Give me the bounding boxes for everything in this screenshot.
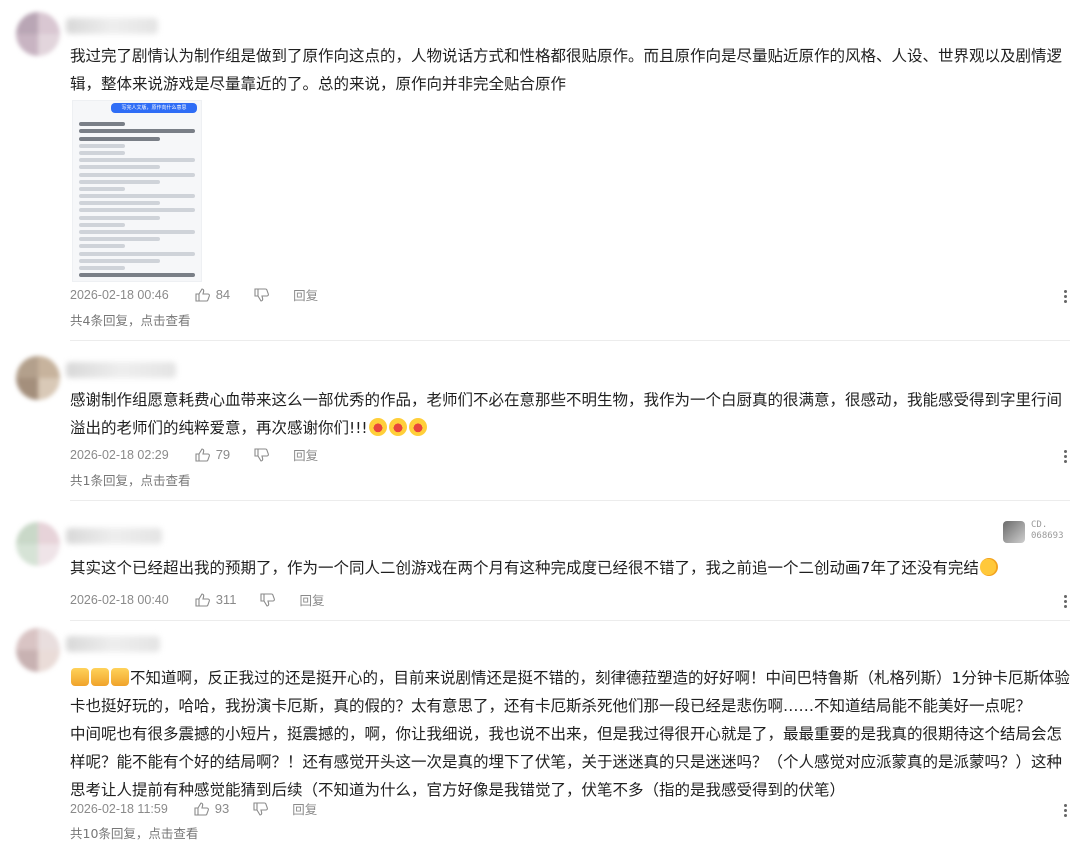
emoji-icon <box>111 668 129 686</box>
thumbs-up-icon <box>195 592 210 607</box>
comment-meta: 2026-02-18 00:40 311 回复 <box>70 590 324 609</box>
comment-body: 其实这个已经超出我的预期了，作为一个同人二创游戏在两个月有这种完成度已经很不错了… <box>70 559 979 577</box>
comment-text: 其实这个已经超出我的预期了，作为一个同人二创游戏在两个月有这种完成度已经很不错了… <box>70 554 1070 582</box>
thumbs-down-icon <box>260 592 276 607</box>
avatar[interactable] <box>16 522 60 566</box>
comment-text: 不知道啊，反正我过的还是挺开心的，目前来说剧情还是挺不错的，刻律德菈塑造的好好啊… <box>70 664 1070 804</box>
avatar[interactable] <box>16 628 60 672</box>
thumbs-down-icon <box>254 447 270 462</box>
badge-text-2: 068693 <box>1031 531 1064 541</box>
timestamp: 2026-02-18 11:59 <box>70 801 168 816</box>
comment-body: 不知道啊，反正我过的还是挺开心的，目前来说剧情还是挺不错的，刻律德菈塑造的好好啊… <box>70 669 1070 715</box>
username-blurred[interactable] <box>66 528 162 544</box>
view-replies-link[interactable]: 共1条回复，点击查看 <box>70 470 190 489</box>
like-count: 84 <box>215 287 231 302</box>
like-count: 79 <box>215 447 231 462</box>
reply-button[interactable]: 回复 <box>292 799 317 818</box>
comment-meta: 2026-02-18 11:59 93 回复 <box>70 799 317 818</box>
emoji-icon <box>71 668 89 686</box>
dislike-button[interactable] <box>254 447 270 462</box>
thumbs-down-icon <box>254 287 270 302</box>
like-button[interactable]: 93 <box>194 801 229 816</box>
thumbs-up-icon <box>195 447 210 462</box>
timestamp: 2026-02-18 02:29 <box>70 447 169 462</box>
thumbnail-text-lines <box>79 119 195 280</box>
comment-meta: 2026-02-18 00:46 84 回复 <box>70 285 318 304</box>
more-options-icon[interactable] <box>1060 448 1070 465</box>
thumbnail-header: 写完人文版，原作向什么意思 <box>111 103 197 113</box>
attached-image[interactable]: 写完人文版，原作向什么意思 <box>72 100 202 282</box>
emoji-icon <box>91 668 109 686</box>
reply-button[interactable]: 回复 <box>293 285 318 304</box>
username-blurred[interactable] <box>66 18 158 34</box>
thumbs-up-icon <box>195 287 210 302</box>
comment-body: 感谢制作组愿意耗费心血带来这么一部优秀的作品，老师们不必在意那些不明生物，我作为… <box>70 391 1063 437</box>
username-blurred[interactable] <box>66 636 160 652</box>
view-replies-link[interactable]: 共4条回复，点击查看 <box>70 310 190 329</box>
view-replies-link[interactable]: 共10条回复，点击查看 <box>70 823 198 842</box>
badge-text-1: CD. <box>1031 520 1048 530</box>
comment-meta: 2026-02-18 02:29 79 回复 <box>70 445 318 464</box>
avatar[interactable] <box>16 356 60 400</box>
badge-icon <box>1003 521 1025 543</box>
more-options-icon[interactable] <box>1060 288 1070 305</box>
like-count: 311 <box>215 592 237 607</box>
dislike-button[interactable] <box>254 287 270 302</box>
reply-button[interactable]: 回复 <box>299 590 324 609</box>
divider <box>70 340 1070 341</box>
user-badge: CD. 068693 <box>1003 520 1073 546</box>
thumbs-up-icon <box>194 801 209 816</box>
like-button[interactable]: 79 <box>195 447 230 462</box>
comment-body-continued: 中间呢也有很多震撼的小短片，挺震撼的，啊，你让我细说，我也说不出来，但是我过得很… <box>70 725 1063 799</box>
reply-button[interactable]: 回复 <box>293 445 318 464</box>
dislike-button[interactable] <box>260 592 276 607</box>
divider <box>70 500 1070 501</box>
emoji-icon <box>979 558 998 576</box>
comment-text: 感谢制作组愿意耗费心血带来这么一部优秀的作品，老师们不必在意那些不明生物，我作为… <box>70 386 1070 442</box>
more-options-icon[interactable] <box>1060 802 1070 819</box>
like-button[interactable]: 311 <box>195 592 237 607</box>
username-blurred[interactable] <box>66 362 176 378</box>
divider <box>70 620 1070 621</box>
dislike-button[interactable] <box>253 801 269 816</box>
thumbs-down-icon <box>253 801 269 816</box>
more-options-icon[interactable] <box>1060 593 1070 610</box>
emoji-icon <box>368 418 387 436</box>
timestamp: 2026-02-18 00:40 <box>70 592 169 607</box>
avatar[interactable] <box>16 12 60 56</box>
like-count: 93 <box>214 801 230 816</box>
timestamp: 2026-02-18 00:46 <box>70 287 169 302</box>
like-button[interactable]: 84 <box>195 287 230 302</box>
comment-text: 我过完了剧情认为制作组是做到了原作向这点的，人物说话方式和性格都很贴原作。而且原… <box>70 47 1063 93</box>
emoji-icon <box>408 418 427 436</box>
emoji-icon <box>388 418 407 436</box>
